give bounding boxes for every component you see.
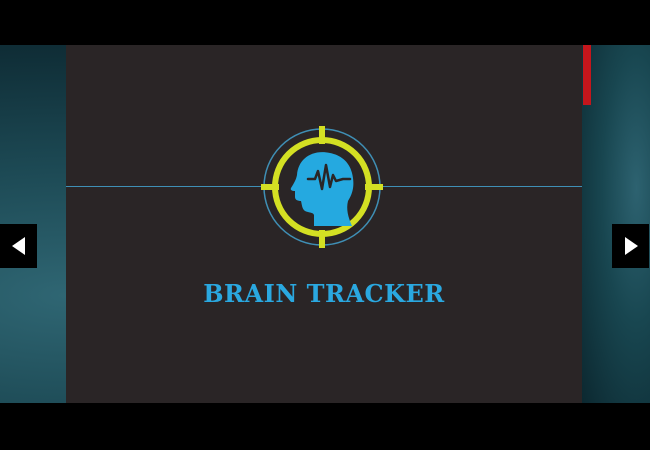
letterbox-bottom [0,403,650,450]
brain-tracker-logo-icon [261,126,383,248]
slideshow-viewer: BRAIN TRACKER [0,0,650,450]
triangle-right-icon [624,237,638,255]
progress-marker [583,45,591,105]
previous-slide-button[interactable] [0,224,37,268]
slide: BRAIN TRACKER [66,45,582,403]
letterbox-top [0,0,650,45]
triangle-left-icon [11,237,25,255]
slide-title: BRAIN TRACKER [203,279,445,308]
next-slide-button[interactable] [612,224,649,268]
